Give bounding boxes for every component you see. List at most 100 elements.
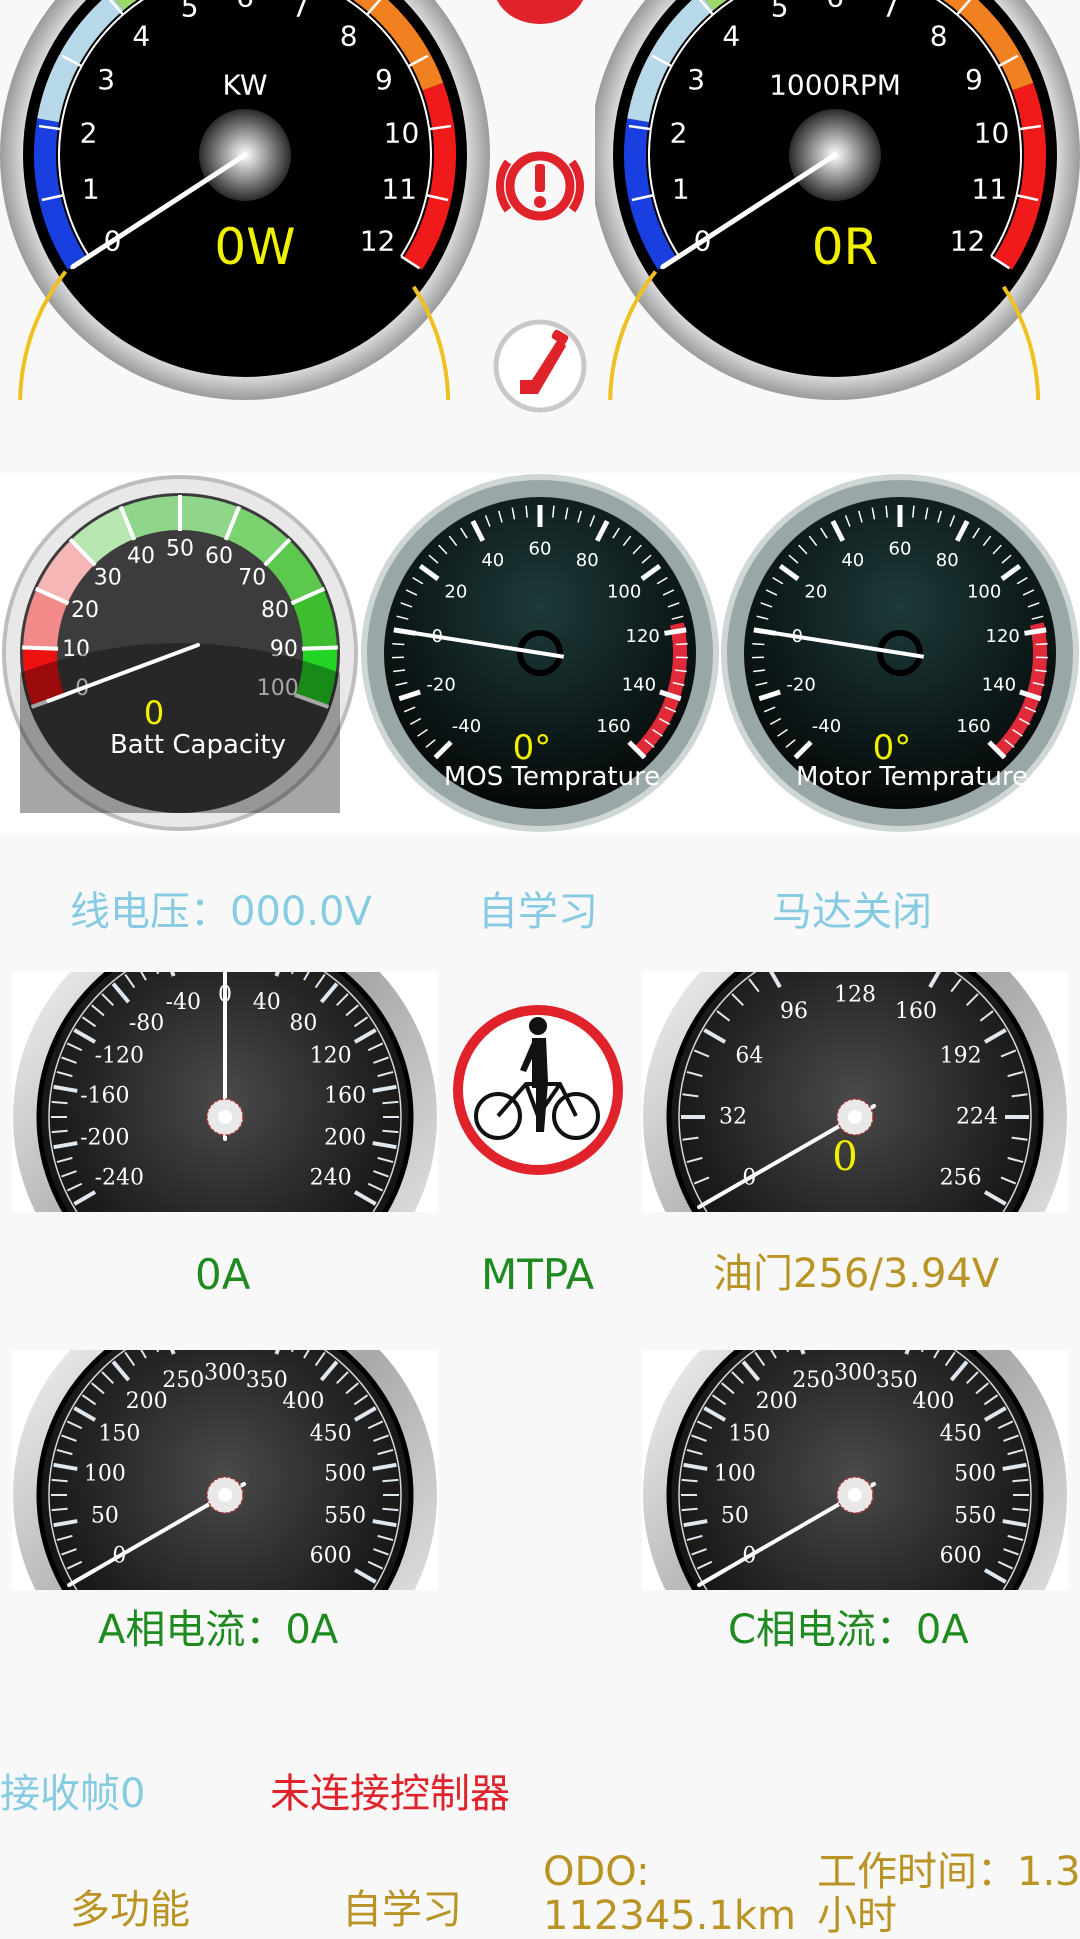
current-readout: 0A [195, 1254, 250, 1296]
rpm-tick-label-10: 10 [974, 117, 1010, 150]
power-tick-label-3: 3 [97, 63, 115, 96]
batt-readout: 0 [144, 694, 164, 732]
mos-tick-label-8: 120 [626, 626, 660, 647]
mos-tick-label-5: 60 [529, 539, 552, 560]
power-tick-label-12: 12 [360, 225, 396, 258]
phaseC-tick-43 [1012, 1509, 1028, 1510]
motor-tick-40 [1024, 630, 1046, 633]
phaseA-tick-label-5: 250 [162, 1368, 204, 1393]
phaseA-tick-43 [382, 1509, 398, 1510]
rpm-tick-label-6: 6 [826, 0, 844, 14]
current-tick-label-8: 80 [289, 1011, 317, 1036]
mos-tick-label-0: -40 [452, 716, 481, 737]
motor-tick-label-0: -40 [812, 716, 841, 737]
current-tick-label-10: 160 [324, 1083, 366, 1108]
phaseA-tick-label-3: 150 [98, 1422, 140, 1447]
phaseA-tick-label-2: 100 [84, 1461, 126, 1486]
rpm-tick-label-2: 2 [670, 117, 688, 150]
work-time-unit: 小时 [817, 1896, 897, 1936]
frame-counter: 接收帧0 [0, 1774, 145, 1814]
rpm-tick-label-4: 4 [722, 19, 740, 52]
rpm-tick-label-12: 12 [950, 225, 986, 258]
batt-band-8 [308, 596, 320, 648]
throttle-tick-label-1: 32 [719, 1105, 747, 1130]
current-tick-41 [382, 1102, 398, 1103]
phaseC-tick-label-6: 300 [834, 1361, 876, 1386]
top-partial-icon [494, 0, 586, 24]
phaseA-tick-41 [382, 1480, 398, 1481]
throttle-label: 油门256/3.94V [713, 1254, 999, 1294]
phaseA-tick-5 [52, 1509, 68, 1510]
current-tick-43 [382, 1131, 398, 1132]
power-readout: 0W [214, 218, 295, 276]
power-tick-label-5: 5 [181, 0, 199, 24]
motor-tick-label-3: 20 [804, 581, 827, 602]
phaseC-tick-label-8: 400 [912, 1389, 954, 1414]
throttle-tick-label-6: 192 [940, 1044, 982, 1069]
power-tick-label-9: 9 [375, 63, 393, 96]
phaseC-tick-7 [682, 1480, 698, 1481]
phaseA-hub-cap [218, 1488, 232, 1502]
mos-tick-label-10: 160 [596, 716, 630, 737]
power-unit-label: KW [222, 69, 267, 102]
rpm-gauge: 01234567891011121000RPM0R [595, 0, 1080, 400]
phase-a-gauge: 050100150200250300350400450500550600 [12, 1350, 438, 1590]
phaseA-tick-label-10: 500 [324, 1461, 366, 1486]
current-tick-7 [52, 1102, 68, 1103]
throttle-tick-label-7: 224 [956, 1105, 998, 1130]
batt-tick-label-2: 20 [71, 598, 99, 623]
mos-tick-label-1: -20 [426, 675, 455, 696]
phaseC-tick-label-10: 500 [954, 1461, 996, 1486]
power-gauge: 0123456789101112KW0W [0, 0, 490, 400]
phaseA-tick-label-9: 450 [310, 1422, 352, 1447]
current-tick-label-0: -240 [95, 1166, 144, 1191]
throttle-gauge: 03264961281601922242560 [642, 972, 1068, 1212]
throttle-tick-label-5: 160 [895, 999, 937, 1024]
phaseC-tick-label-9: 450 [940, 1422, 982, 1447]
rpm-tick-label-7: 7 [881, 0, 899, 24]
power-tick-label-1: 1 [82, 173, 100, 206]
batt-label: Batt Capacity [110, 730, 286, 760]
mos-temp-gauge: -40-200204060801001201401600°MOS Temprat… [360, 473, 720, 833]
motor-tick-label-4: 40 [841, 550, 864, 571]
power-tick-label-2: 2 [80, 117, 98, 150]
motor-tick-label-8: 120 [986, 626, 1020, 647]
self-learn-button[interactable]: 自学习 [342, 1890, 462, 1930]
power-tick-label-4: 4 [132, 19, 150, 52]
current-tick-5 [52, 1131, 68, 1132]
batt-tick-1 [22, 647, 58, 648]
current-gauge: -240-200-160-120-80-4004080120160200240 [12, 972, 438, 1212]
multi-function-button[interactable]: 多功能 [70, 1890, 190, 1930]
walk-bike-icon [452, 1004, 624, 1176]
current-tick-label-3: -120 [95, 1044, 144, 1069]
current-tick-label-4: -80 [129, 1011, 164, 1036]
motor-tick-label-10: 160 [956, 716, 990, 737]
throttle-hub-cap [848, 1110, 862, 1124]
throttle-readout: 0 [832, 1134, 857, 1180]
mos-label: MOS Temprature [444, 762, 660, 792]
batt-tick-9 [302, 647, 338, 648]
power-tick-label-6: 6 [236, 0, 254, 14]
current-tick-label-7: 40 [253, 990, 281, 1015]
phase-a-label: A相电流：0A [98, 1610, 338, 1650]
current-tick-label-2: -160 [80, 1083, 129, 1108]
mos-tick-label-7: 100 [607, 581, 641, 602]
motor-tick-label-9: 140 [982, 675, 1016, 696]
rpm-tick-label-5: 5 [771, 0, 789, 24]
phaseA-tick-label-8: 400 [282, 1389, 324, 1414]
mos-tick-9 [392, 644, 404, 645]
mode-label: MTPA [481, 1254, 594, 1296]
brake-warning-icon [494, 140, 586, 232]
batt-tick-label-7: 70 [238, 566, 266, 591]
throttle-tick-label-3: 96 [780, 999, 808, 1024]
throttle-tick-label-8: 256 [940, 1166, 982, 1191]
phaseC-tick-41 [1012, 1480, 1028, 1481]
mos-tick-label-4: 40 [481, 550, 504, 571]
phaseC-tick-label-2: 100 [714, 1461, 756, 1486]
phase-c-gauge: 050100150200250300350400450500550600 [642, 1350, 1068, 1590]
power-tick-label-10: 10 [384, 117, 420, 150]
current-tick-label-5: -40 [166, 990, 201, 1015]
rpm-tick-label-3: 3 [687, 63, 705, 96]
current-tick-label-9: 120 [310, 1044, 352, 1069]
work-time-label: 工作时间：1.3 [817, 1852, 1080, 1892]
